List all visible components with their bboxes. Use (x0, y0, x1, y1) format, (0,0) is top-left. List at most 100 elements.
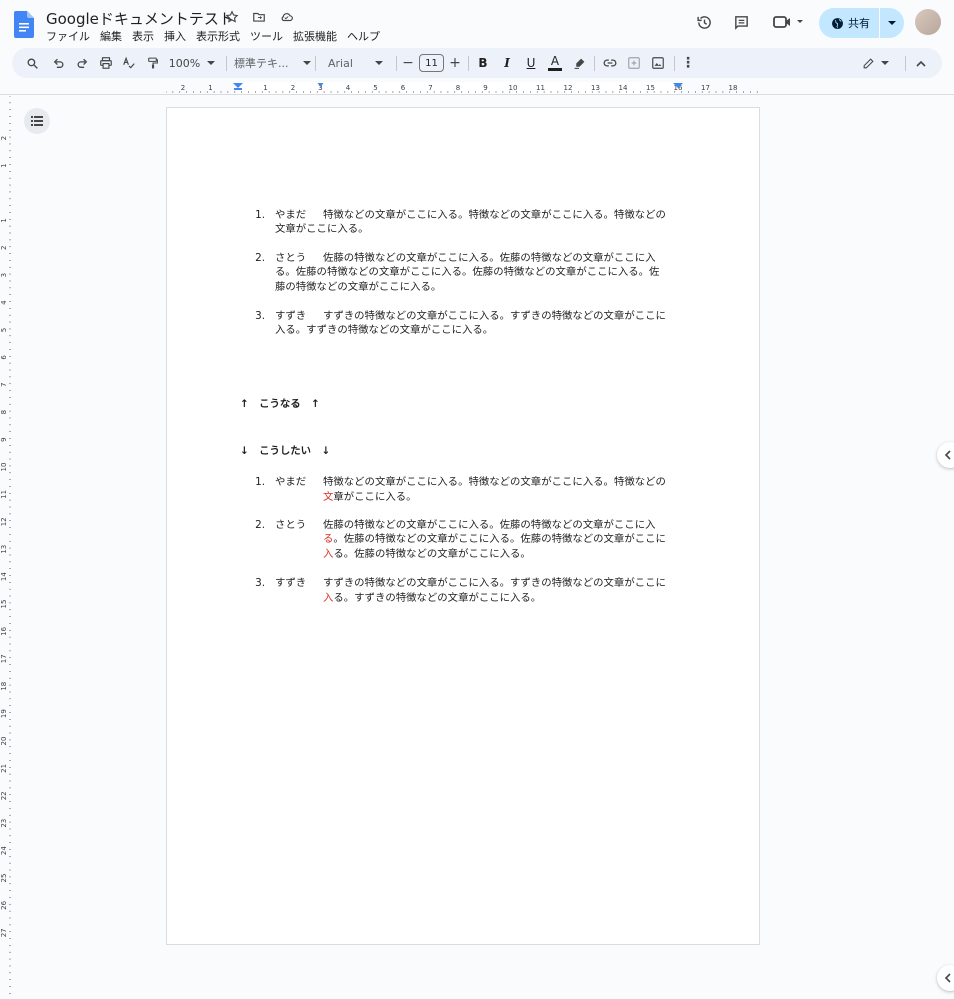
chevron-down-icon (374, 61, 383, 65)
menu-tools[interactable]: ツール (250, 28, 283, 44)
red-char: 入 (323, 592, 334, 604)
toolbar-divider (905, 56, 906, 71)
side-panel-toggle-bottom[interactable] (937, 965, 954, 991)
toolbar-divider (226, 56, 227, 71)
print-icon[interactable] (96, 48, 116, 78)
list-item-text: 入る。佐藤の特徴などの文章がここに入る。 (323, 547, 531, 562)
toolbar-divider (594, 56, 595, 71)
move-folder-icon[interactable] (251, 9, 267, 25)
horizontal-ruler[interactable]: 21123456789101112131415161718 (166, 82, 760, 94)
undo-icon[interactable] (48, 48, 68, 78)
first-line-indent-marker[interactable] (234, 88, 242, 90)
font-value: Arial (328, 56, 353, 70)
ruler-label: 24 (0, 846, 8, 855)
menu-extensions[interactable]: 拡張機能 (293, 28, 337, 44)
meet-icon[interactable] (770, 11, 806, 33)
ruler-label: 15 (646, 84, 655, 92)
more-options-button[interactable]: ⋮ (680, 48, 696, 78)
zoom-value: 100% (168, 56, 201, 70)
ruler-label: 17 (701, 84, 710, 92)
list-item-text: 藤の特徴などの文章がここに入る。 (275, 281, 442, 293)
list-item-name: やまだ (275, 209, 307, 221)
ruler-label: 7 (428, 84, 432, 92)
ruler-label: 3 (0, 273, 8, 277)
menu-edit[interactable]: 編集 (100, 28, 122, 44)
list-number: 1. (255, 476, 265, 488)
menu-help[interactable]: ヘルプ (347, 28, 380, 44)
highlight-icon[interactable] (570, 48, 588, 78)
ruler-label: 6 (0, 355, 8, 360)
list-number: 3. (255, 577, 265, 589)
list-number: 2. (255, 252, 265, 264)
collapse-menus-icon[interactable] (912, 48, 930, 78)
search-icon[interactable] (22, 48, 42, 78)
docs-logo-icon[interactable] (14, 11, 34, 38)
ruler-label: 9 (0, 437, 8, 441)
app-header: Googleドキュメントテスト ファイル 編集 表示 挿入 表示形式 ツール 拡… (0, 0, 954, 46)
font-select[interactable]: Arial (328, 48, 388, 78)
text-color-button[interactable]: A (546, 48, 564, 78)
menu-insert[interactable]: 挿入 (164, 28, 186, 44)
ruler-label: 10 (0, 463, 8, 472)
toolbar-divider (315, 56, 316, 71)
menu-format[interactable]: 表示形式 (196, 28, 240, 44)
link-icon[interactable] (600, 48, 620, 78)
list-item-text: 佐藤の特徴などの文章がここに入る。佐藤の特徴などの文章がここに入 (323, 252, 656, 264)
menu-view[interactable]: 表示 (132, 28, 154, 44)
decrease-font-size-button[interactable]: − (401, 48, 415, 78)
chevron-down-icon (880, 61, 889, 65)
list-item-name: すずき (275, 310, 307, 322)
list-item-text: 特徴などの文章がここに入る。特徴などの文章がここに入る。特徴などの (323, 209, 666, 221)
share-main[interactable]: 共有 (819, 8, 879, 38)
increase-font-size-button[interactable]: + (448, 48, 462, 78)
text-rest: 特徴などの文章がここに入る。特徴などの文章がここに入る。特徴などの (323, 476, 666, 488)
paint-format-icon[interactable] (142, 48, 162, 78)
menu-file[interactable]: ファイル (46, 28, 90, 44)
document-title[interactable]: Googleドキュメントテスト (46, 8, 234, 29)
style-select[interactable]: 標準テキ... (234, 48, 314, 78)
insert-image-icon[interactable] (648, 48, 668, 78)
ruler-label: 9 (483, 84, 487, 92)
spellcheck-icon[interactable] (119, 48, 139, 78)
text-rest: 章がここに入る。 (333, 491, 417, 503)
bold-button[interactable]: B (474, 48, 492, 78)
cloud-status-icon[interactable] (278, 9, 294, 25)
zoom-select[interactable]: 100% (168, 48, 216, 78)
history-icon[interactable] (693, 11, 715, 33)
ruler-label: 10 (509, 84, 518, 92)
ruler-label: 2 (0, 136, 8, 140)
add-comment-icon[interactable] (624, 48, 644, 78)
redo-icon[interactable] (72, 48, 92, 78)
font-size-input[interactable]: 11 (419, 54, 444, 72)
ruler-label: 13 (591, 84, 600, 92)
heading-desired: ↓ こうしたい ↓ (240, 445, 331, 457)
text-rest: る。すずきの特徴などの文章がここに入る。 (333, 592, 542, 604)
list-icon (31, 116, 43, 126)
list-number: 3. (255, 310, 265, 322)
side-panel-toggle[interactable] (937, 442, 954, 468)
share-dropdown-icon[interactable] (880, 8, 904, 38)
ruler-label: 1 (0, 163, 8, 167)
ruler-label: 14 (0, 572, 8, 581)
comment-icon[interactable] (730, 11, 752, 33)
ruler-label: 7 (0, 383, 8, 387)
ruler-label: 5 (373, 84, 377, 92)
text-rest: すずきの特徴などの文章がここに入る。すずきの特徴などの文章がここに (323, 577, 666, 589)
red-char: 入 (323, 548, 334, 560)
italic-button[interactable]: I (498, 48, 516, 78)
share-button[interactable]: 共有 (819, 8, 904, 38)
ruler-label: 6 (401, 84, 406, 92)
document-page[interactable]: 1. やまだ 特徴などの文章がここに入る。特徴などの文章がここに入る。特徴などの… (166, 107, 760, 945)
text-rest: 佐藤の特徴などの文章がここに入る。佐藤の特徴などの文章がここに入 (323, 519, 656, 531)
chevron-down-icon (302, 61, 311, 65)
document-outline-button[interactable] (24, 108, 50, 134)
list-item-name: やまだ (275, 476, 307, 488)
avatar[interactable] (915, 9, 941, 35)
vertical-ruler[interactable]: 2112345678910111213141516171819202122232… (0, 96, 12, 999)
ruler-label: 11 (0, 490, 8, 499)
ruler-label: 18 (0, 682, 8, 691)
underline-button[interactable]: U (522, 48, 540, 78)
star-icon[interactable] (224, 9, 240, 25)
editing-mode-button[interactable] (858, 48, 892, 78)
text-rest: る。佐藤の特徴などの文章がここに入る。 (333, 548, 531, 560)
